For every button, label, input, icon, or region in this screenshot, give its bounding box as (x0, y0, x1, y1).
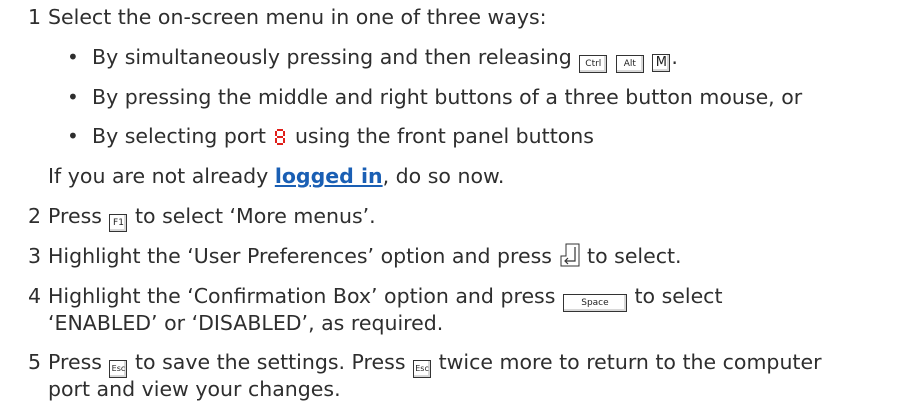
step-number: 4 (28, 284, 42, 308)
login-note-pre: If you are not already (48, 164, 269, 188)
step-number: 3 (28, 244, 42, 268)
step-text: Highlight the ‘User Preferences’ option … (48, 244, 552, 268)
step-text-end: twice more to return to the computer (438, 350, 822, 374)
bullet-dot: • (67, 45, 79, 69)
alt-key: Alt (615, 55, 644, 73)
bullet-text: By pressing the middle and right buttons… (92, 85, 803, 109)
enter-key-icon (559, 243, 580, 267)
step-text: Select the on-screen menu in one of thre… (48, 5, 547, 29)
step-text: Press (48, 204, 102, 228)
step-text-end: to select ‘More menus’. (135, 204, 376, 228)
bullet-dot: • (67, 124, 79, 148)
step-4-continued: ‘ENABLED’ or ‘DISABLED’, as required. (48, 311, 444, 335)
logged-in-link[interactable]: logged in (275, 164, 383, 188)
step-5-continued: port and view your changes. (48, 377, 341, 401)
bullet-content: By selecting port using the front panel … (92, 123, 594, 149)
step-content: Highlight the ‘User Preferences’ option … (48, 243, 682, 269)
step-text-end: to select. (587, 244, 682, 268)
bullet-content: By simultaneously pressing and then rele… (92, 44, 678, 73)
step-content: Press Esc to save the settings. Press Es… (48, 349, 822, 378)
step-number: 1 (28, 5, 42, 29)
bullet-text-end: using the front panel buttons (294, 124, 594, 148)
bullet-text: By selecting port (92, 124, 266, 148)
login-note-post: , do so now. (382, 164, 505, 188)
f1-key: F1 (109, 214, 128, 232)
step-number: 2 (28, 204, 42, 228)
esc-key: Esc (413, 360, 432, 378)
ctrl-key: Ctrl (579, 55, 608, 73)
port-display-icon (275, 125, 286, 145)
step-content: Press F1 to select ‘More menus’. (48, 203, 376, 232)
m-key: M (652, 54, 671, 72)
space-key: Space (562, 294, 627, 312)
step-number: 5 (28, 350, 42, 374)
bullet-dot: • (67, 85, 79, 109)
step-text-mid: to save the settings. Press (135, 350, 406, 374)
step-content: Highlight the ‘Confirmation Box’ option … (48, 283, 723, 312)
step-text: Highlight the ‘Confirmation Box’ option … (48, 284, 556, 308)
step-text: Press (48, 350, 102, 374)
bullet-text: By simultaneously pressing and then rele… (92, 45, 572, 69)
step-text-end: to select (634, 284, 723, 308)
bullet-end: . (671, 45, 678, 69)
login-note: If you are not already logged in, do so … (48, 163, 504, 189)
